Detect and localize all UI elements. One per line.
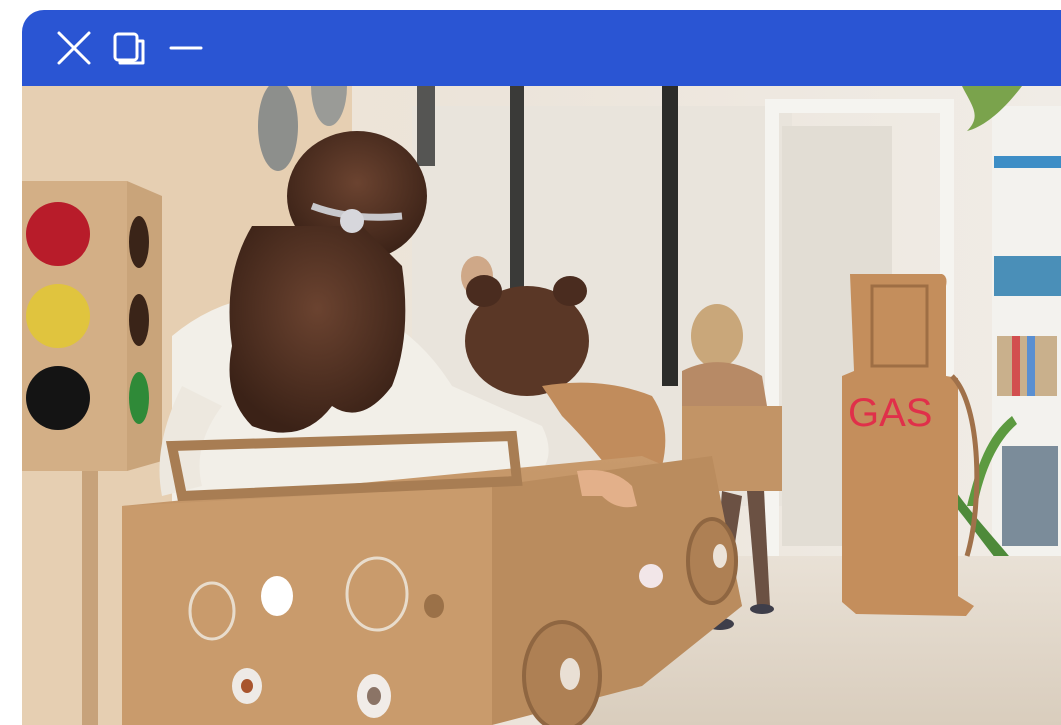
minimize-icon xyxy=(169,46,203,50)
close-button[interactable] xyxy=(56,30,92,66)
restore-icon xyxy=(113,32,145,65)
close-icon xyxy=(57,31,91,65)
maximize-button[interactable] xyxy=(112,30,148,66)
title-bar xyxy=(22,10,1061,86)
photo-viewport: GAS xyxy=(22,86,1061,725)
minimize-button[interactable] xyxy=(168,30,204,66)
children-cardboard-car-photo: GAS xyxy=(22,86,1061,725)
app-window: GAS xyxy=(22,10,1061,725)
gas-sign-text: GAS xyxy=(848,391,932,435)
